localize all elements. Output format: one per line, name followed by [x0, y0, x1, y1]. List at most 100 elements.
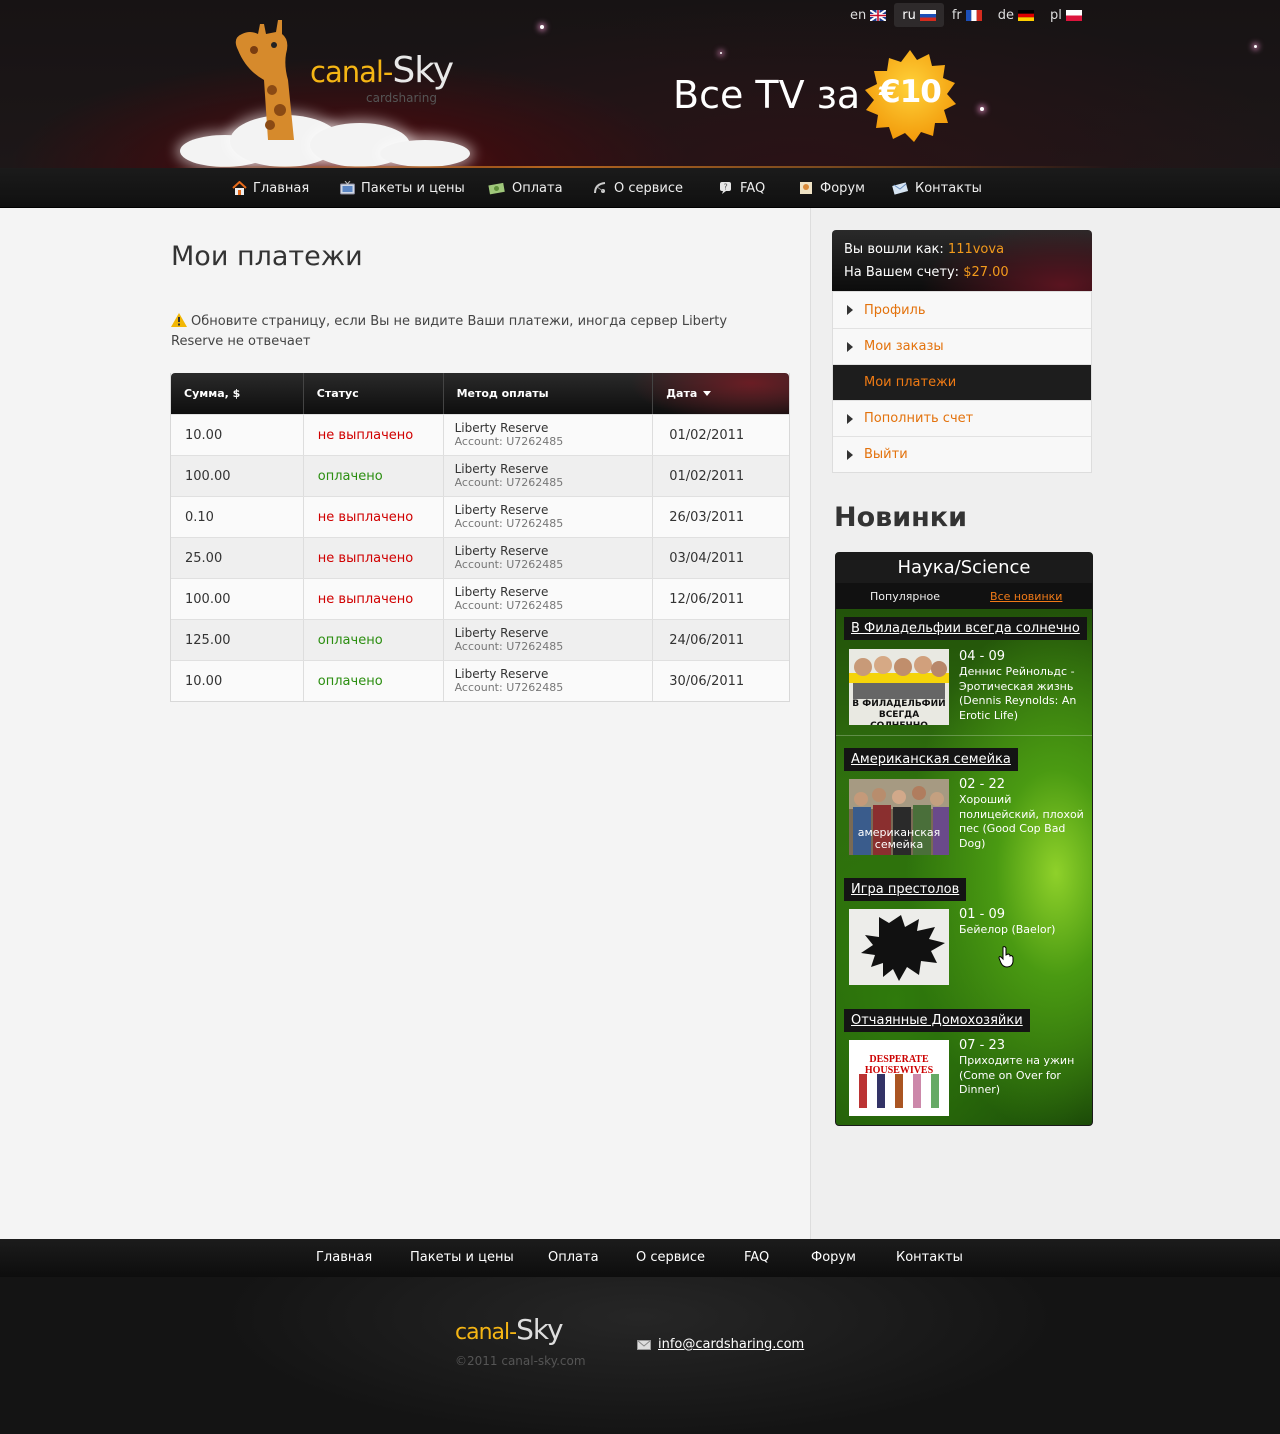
footer-logo-canal: canal- — [455, 1320, 517, 1345]
news-divider — [836, 735, 1092, 736]
username: 111vova — [947, 242, 1005, 257]
column-header-method[interactable]: Метод оплаты — [444, 373, 654, 414]
footer-email: info@cardsharing.com — [637, 1337, 804, 1352]
cell-status: не выплачено — [304, 538, 444, 578]
news-item[interactable]: В Филадельфии всегда солнечно В ФИЛАДЕЛЬ… — [836, 609, 1092, 737]
lang-en[interactable]: en — [842, 3, 894, 27]
site-logo[interactable]: canal-Sky cardsharing — [310, 50, 454, 105]
news-item[interactable]: Американская семейка американская семейк… — [836, 737, 1092, 867]
footer-link-forum[interactable]: Форум — [811, 1239, 856, 1277]
cell-method: Liberty Reserve Account: U7262485 — [444, 497, 654, 537]
news-show-title[interactable]: Игра престолов — [844, 878, 967, 901]
logo-subtitle: cardsharing — [366, 91, 437, 105]
envelope-icon — [637, 1339, 651, 1350]
hand-cursor-icon — [998, 946, 1014, 968]
lang-fr[interactable]: fr — [944, 3, 990, 27]
cell-amount: 10.00 — [171, 661, 304, 701]
footer-link-payment[interactable]: Оплата — [548, 1239, 599, 1277]
date-header-label: Дата — [666, 387, 698, 400]
news-thumbnail[interactable] — [849, 909, 949, 985]
balance-label: На Вашем счету: — [844, 265, 960, 280]
tab-all-news[interactable]: Все новинки — [990, 590, 1062, 603]
email-link[interactable]: info@cardsharing.com — [658, 1337, 804, 1352]
star-decoration — [720, 52, 722, 54]
menu-item-logout[interactable]: Выйти — [833, 436, 1091, 472]
logged-in-label: Вы вошли как: — [844, 242, 944, 257]
news-show-title[interactable]: Отчаянные Домохозяйки — [844, 1009, 1030, 1032]
table-header: Сумма, $ Статус Метод оплаты Дата — [171, 373, 789, 414]
column-header-amount[interactable]: Сумма, $ — [171, 373, 304, 414]
cell-date: 12/06/2011 — [669, 591, 745, 607]
menu-label: Выйти — [864, 447, 908, 462]
cell-date: 01/02/2011 — [669, 427, 745, 443]
footer-link-contacts[interactable]: Контакты — [896, 1239, 963, 1277]
nav-forum[interactable]: Форум — [799, 168, 865, 208]
news-item[interactable]: Отчаянные Домохозяйки DESPERATE HOUSEWIV… — [836, 999, 1092, 1125]
menu-label: Мои платежи — [864, 375, 957, 390]
news-description: Бейелор (Baelor) — [959, 923, 1056, 936]
nav-payment[interactable]: Оплата — [488, 168, 563, 208]
table-row: 10.00 оплачено Liberty Reserve Account: U72… — [171, 660, 789, 701]
copyright-text: ©2011 canal-sky.com — [455, 1354, 586, 1368]
warning-icon — [171, 313, 187, 327]
lang-de[interactable]: de — [990, 3, 1042, 27]
cell-method: Liberty Reserve Account: U7262485 — [444, 579, 654, 619]
cell-status: оплачено — [304, 661, 444, 701]
news-thumbnail[interactable]: В ФИЛАДЕЛЬФИИ ВСЕГДА СОЛНЕЧНО — [849, 649, 949, 725]
footer-link-faq[interactable]: FAQ — [744, 1239, 769, 1277]
news-show-title[interactable]: Американская семейка — [844, 748, 1018, 771]
poster-caption: DESPERATE HOUSEWIVES — [864, 1054, 934, 1076]
site-footer: canal-Sky ©2011 canal-sky.com info@cards… — [0, 1277, 1280, 1434]
nav-contacts[interactable]: Контакты — [891, 168, 982, 208]
tv-icon — [340, 181, 355, 195]
lang-ru[interactable]: ru — [894, 3, 944, 27]
method-name: Liberty Reserve — [454, 544, 549, 558]
menu-item-payments[interactable]: Мои платежи — [833, 364, 1091, 400]
table-row: 125.00 оплачено Liberty Reserve Account: U7… — [171, 619, 789, 660]
menu-item-orders[interactable]: Мои заказы — [833, 328, 1091, 364]
nav-label: Контакты — [915, 180, 982, 196]
triangle-right-icon — [847, 413, 853, 424]
promo-text: Все TV за — [673, 73, 861, 117]
table-row: 25.00 не выплачено Liberty Reserve Account:… — [171, 537, 789, 578]
nav-home[interactable]: Главная — [232, 168, 309, 208]
lang-code: de — [997, 7, 1015, 23]
lang-code: fr — [951, 7, 962, 23]
menu-item-topup[interactable]: Пополнить счет — [833, 400, 1091, 436]
table-row: 10.00 не выплачено Liberty Reserve Account:… — [171, 414, 789, 455]
nav-packages[interactable]: Пакеты и цены — [340, 168, 465, 208]
column-header-date[interactable]: Дата — [653, 373, 789, 414]
nav-label: FAQ — [740, 180, 766, 196]
nav-about[interactable]: О сервисе — [593, 168, 683, 208]
cell-date: 03/04/2011 — [669, 550, 745, 566]
nav-faq[interactable]: ? FAQ — [719, 168, 765, 208]
method-account: Account: U7262485 — [454, 681, 564, 694]
footer-logo[interactable]: canal-Sky — [455, 1313, 564, 1346]
news-thumbnail[interactable]: DESPERATE HOUSEWIVES — [849, 1040, 949, 1116]
footer-logo-sky: Sky — [516, 1313, 564, 1346]
lang-pl[interactable]: pl — [1042, 3, 1090, 27]
news-show-title[interactable]: В Филадельфии всегда солнечно — [844, 617, 1087, 640]
nav-label: О сервисе — [614, 180, 684, 196]
method-account: Account: U7262485 — [454, 599, 564, 612]
main-navigation: Главная Пакеты и цены Оплата О сервисе ?… — [0, 168, 1280, 208]
menu-item-profile[interactable]: Профиль — [833, 292, 1091, 328]
clouds-graphic — [170, 95, 480, 167]
news-item[interactable]: Игра престолов 01 - 09 Бейелор (Baelor) — [836, 867, 1092, 999]
column-header-status[interactable]: Статус — [304, 373, 444, 414]
cell-date: 26/03/2011 — [669, 509, 745, 525]
triangle-right-icon — [847, 305, 853, 315]
menu-label: Пополнить счет — [864, 411, 974, 426]
footer-link-home[interactable]: Главная — [316, 1239, 372, 1277]
news-description: Деннис Рейнольдс - Эротическая жизнь (De… — [959, 665, 1077, 722]
tab-popular[interactable]: Популярное — [870, 590, 940, 603]
news-thumbnail[interactable]: американская семейка — [849, 779, 949, 855]
money-icon — [488, 182, 505, 195]
footer-link-about[interactable]: О сервисе — [636, 1239, 705, 1277]
footer-link-packages[interactable]: Пакеты и цены — [410, 1239, 514, 1277]
account-balance: $27.00 — [963, 265, 1009, 280]
method-name: Liberty Reserve — [454, 462, 549, 476]
cell-status: оплачено — [304, 456, 444, 496]
payments-table: Сумма, $ Статус Метод оплаты Дата 10.00 н… — [170, 373, 790, 702]
nav-label: Оплата — [512, 180, 563, 196]
